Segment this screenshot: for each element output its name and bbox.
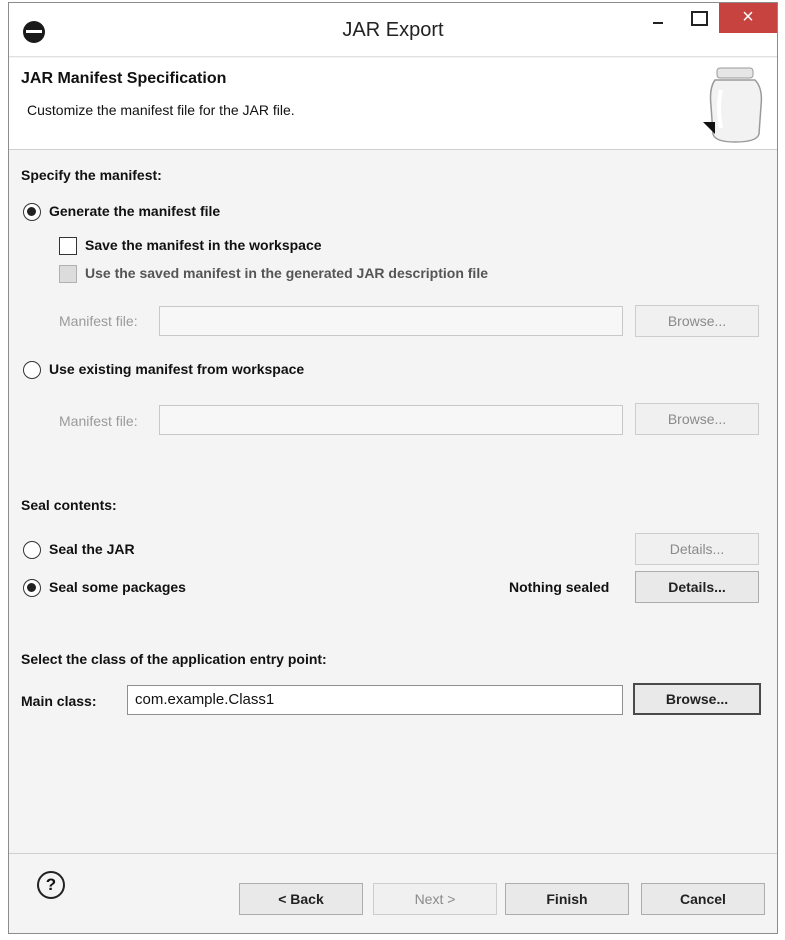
manifest-file-input: [159, 306, 623, 336]
back-button[interactable]: < Back: [239, 883, 363, 915]
save-manifest-checkbox[interactable]: [59, 237, 77, 255]
minimize-icon[interactable]: [643, 3, 673, 37]
existing-manifest-file-input: [159, 405, 623, 435]
manifest-section-label: Specify the manifest:: [21, 167, 162, 183]
seal-status-text: Nothing sealed: [509, 579, 610, 595]
existing-manifest-label[interactable]: Use existing manifest from workspace: [49, 361, 304, 377]
main-class-browse-button[interactable]: Browse...: [633, 683, 761, 715]
seal-jar-details-button: Details...: [635, 533, 759, 565]
manifest-browse-button: Browse...: [635, 305, 759, 337]
footer-divider: [9, 853, 777, 854]
jar-icon: [703, 67, 763, 143]
entry-point-section-label: Select the class of the application entr…: [21, 651, 327, 667]
help-icon[interactable]: ?: [37, 871, 65, 899]
seal-jar-label[interactable]: Seal the JAR: [49, 541, 135, 557]
existing-manifest-browse-button: Browse...: [635, 403, 759, 435]
save-manifest-label[interactable]: Save the manifest in the workspace: [85, 237, 322, 253]
existing-manifest-file-label: Manifest file:: [59, 413, 138, 429]
wizard-content: Specify the manifest: Generate the manif…: [9, 151, 777, 841]
page-title: JAR Manifest Specification: [21, 70, 227, 87]
wizard-header: JAR Manifest Specification Customize the…: [9, 58, 777, 150]
seal-packages-label[interactable]: Seal some packages: [49, 579, 186, 595]
close-icon[interactable]: ×: [719, 3, 777, 33]
seal-section-label: Seal contents:: [21, 497, 117, 513]
use-saved-manifest-label: Use the saved manifest in the generated …: [85, 265, 488, 281]
generate-manifest-radio[interactable]: [23, 203, 41, 221]
page-description: Customize the manifest file for the JAR …: [27, 102, 295, 118]
cancel-button[interactable]: Cancel: [641, 883, 765, 915]
next-button: Next >: [373, 883, 497, 915]
title-bar: JAR Export ×: [9, 3, 777, 57]
use-saved-manifest-checkbox: [59, 265, 77, 283]
seal-jar-radio[interactable]: [23, 541, 41, 559]
jar-export-dialog: JAR Export × JAR Manifest Specification …: [8, 2, 778, 934]
finish-button[interactable]: Finish: [505, 883, 629, 915]
seal-packages-radio[interactable]: [23, 579, 41, 597]
seal-packages-details-button[interactable]: Details...: [635, 571, 759, 603]
main-class-input[interactable]: com.example.Class1: [127, 685, 623, 715]
maximize-icon[interactable]: [683, 3, 713, 37]
main-class-label: Main class:: [21, 693, 97, 709]
generate-manifest-label[interactable]: Generate the manifest file: [49, 203, 220, 219]
existing-manifest-radio[interactable]: [23, 361, 41, 379]
manifest-file-label: Manifest file:: [59, 313, 138, 329]
